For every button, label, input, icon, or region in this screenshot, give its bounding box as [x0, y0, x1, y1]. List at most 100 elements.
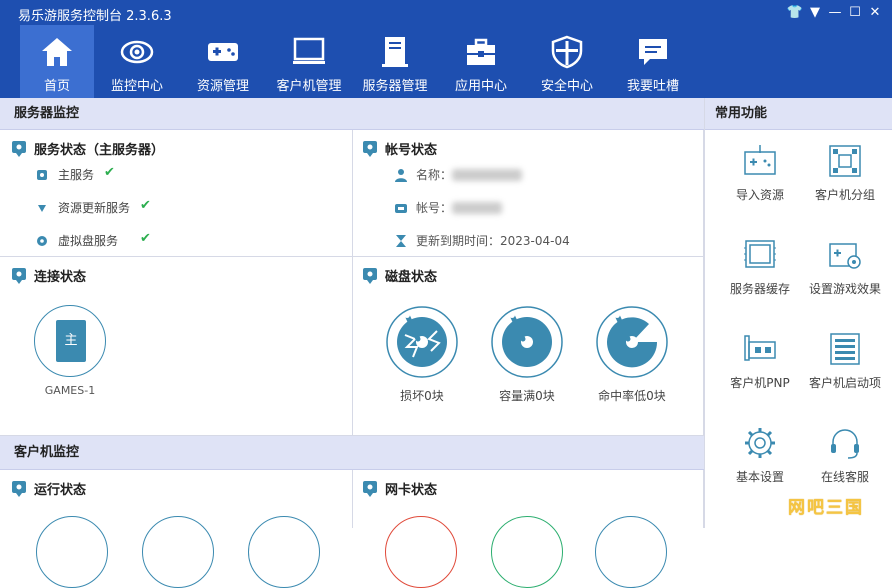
nic-status-label: 网卡状态 [385, 483, 438, 498]
disk-full-label: 容量满0块 [499, 389, 555, 403]
service-row-vdisk: 虚拟盘服务 [36, 232, 118, 249]
account-id-label: 帐号： [416, 201, 453, 215]
server-glyph: 主 [64, 333, 78, 348]
connection-status-label: 连接状态 [34, 270, 87, 285]
hourglass-icon [396, 234, 406, 247]
nav-servers[interactable]: 服务器管理 [352, 25, 438, 98]
gear-icon [745, 428, 775, 458]
check-icon: ✔ [140, 231, 151, 246]
nav-label: 客户机管理 [276, 79, 342, 94]
run-status-circle[interactable] [248, 516, 320, 588]
gamepad-icon [208, 43, 238, 61]
disk-damaged-label: 损坏0块 [400, 389, 444, 403]
eye-icon [120, 40, 154, 64]
func-label: 设置游戏效果 [808, 282, 881, 296]
func-online-support[interactable]: 在线客服 [800, 426, 890, 485]
disk-icon [37, 235, 47, 246]
dropdown-icon[interactable]: ▼ [806, 4, 824, 22]
account-name-value-redacted [452, 168, 523, 181]
nav-label: 应用中心 [454, 79, 507, 94]
toolbox-icon [467, 38, 495, 65]
user-icon [395, 168, 407, 182]
server-node-button[interactable]: 主 [34, 305, 106, 377]
func-label: 客户机PNP [730, 376, 790, 390]
nav-monitor[interactable]: 监控中心 [94, 25, 180, 98]
window-controls: 👕 ▼ — ☐ ✕ [786, 4, 884, 22]
connection-status-panel: 连接状态 主 GAMES-1 [0, 257, 353, 436]
pin-icon [12, 480, 26, 497]
account-name-label: 名称： [416, 168, 453, 182]
run-status-circle[interactable] [36, 516, 108, 588]
nav-label: 资源管理 [196, 79, 249, 94]
download-icon [38, 204, 46, 212]
nav-feedback[interactable]: 我要吐槽 [610, 25, 696, 98]
server-name: GAMES-1 [44, 384, 96, 397]
import-icon [744, 145, 776, 175]
nav-label: 监控中心 [110, 79, 163, 94]
nav-resources[interactable]: 资源管理 [180, 25, 266, 98]
func-label: 客户机启动项 [808, 376, 881, 390]
memory-icon [744, 240, 776, 268]
service-row-update: 资源更新服务 [36, 199, 130, 216]
nic-status-circle[interactable] [595, 516, 667, 588]
service-status-panel: 服务状态（主服务器） 主服务 ✔ 资源更新服务 ✔ 虚拟盘服务 ✔ [0, 130, 353, 257]
disk-full-icon[interactable] [490, 305, 564, 379]
func-client-startup[interactable]: 客户机启动项 [800, 332, 890, 391]
disk-damaged-icon[interactable] [385, 305, 459, 379]
server-monitor-header: 服务器监控 [0, 98, 704, 130]
check-icon: ✔ [104, 165, 115, 180]
func-server-cache[interactable]: 服务器缓存 [715, 238, 805, 297]
check-icon: ✔ [140, 198, 151, 213]
func-import-resources[interactable]: 导入资源 [715, 144, 805, 203]
nav-clients[interactable]: 客户机管理 [266, 25, 352, 98]
title-bar: 易乐游服务控制台 2.3.6.3 👕 ▼ — ☐ ✕ 首页 监控中心 资源管理 … [0, 0, 892, 98]
func-basic-settings[interactable]: 基本设置 [715, 426, 805, 485]
pin-icon [363, 267, 377, 284]
run-status-panel: 运行状态 [0, 470, 353, 588]
shirt-icon[interactable]: 👕 [786, 4, 804, 22]
common-functions-header: 常用功能 [705, 98, 892, 130]
func-client-pnp[interactable]: 客户机PNP [715, 332, 805, 391]
account-id-value-redacted [452, 201, 503, 214]
close-icon[interactable]: ✕ [866, 4, 884, 22]
nav-label: 安全中心 [540, 79, 593, 94]
disk-status-label: 磁盘状态 [385, 270, 438, 285]
startup-list-icon [830, 333, 860, 365]
func-game-settings[interactable]: 设置游戏效果 [800, 238, 890, 297]
run-status-circle[interactable] [142, 516, 214, 588]
func-label: 客户机分组 [814, 188, 875, 202]
account-status-label: 帐号状态 [385, 143, 438, 158]
maximize-icon[interactable]: ☐ [846, 4, 864, 22]
disk-status-panel: 磁盘状态 损坏0块 容量满0块 命中率低0块 [353, 257, 704, 436]
nic-status-circle[interactable] [491, 516, 563, 588]
nav-apps[interactable]: 应用中心 [438, 25, 524, 98]
account-name-row: 名称： [394, 166, 523, 183]
func-label: 在线客服 [820, 470, 869, 484]
connection-status-title: 连接状态 [12, 266, 86, 285]
pin-icon [12, 140, 26, 157]
nic-status-circle[interactable] [385, 516, 457, 588]
nav-home[interactable]: 首页 [20, 25, 94, 98]
run-status-title: 运行状态 [12, 479, 86, 498]
game-settings-icon [829, 243, 861, 269]
func-client-group[interactable]: 客户机分组 [800, 144, 890, 203]
service-row-main: 主服务 [36, 166, 94, 183]
nav-security[interactable]: 安全中心 [524, 25, 610, 98]
nav-label: 服务器管理 [362, 79, 428, 94]
service-icon [37, 169, 47, 180]
group-icon [829, 145, 861, 177]
expiry-row: 更新到期时间： 2023-04-04 [394, 232, 570, 249]
account-status-title: 帐号状态 [363, 139, 437, 158]
main-nav: 首页 监控中心 资源管理 客户机管理 服务器管理 应用中心 安全中心 我要吐槽 [20, 25, 696, 98]
nic-status-title: 网卡状态 [363, 479, 437, 498]
minimize-icon[interactable]: — [826, 4, 844, 22]
disk-low-hit-label: 命中率低0块 [598, 389, 666, 403]
service-status-title: 服务状态（主服务器） [12, 139, 164, 158]
disk-low-hit-icon[interactable] [595, 305, 669, 379]
id-card-icon [395, 203, 407, 213]
func-label: 导入资源 [735, 188, 784, 202]
app-title: 易乐游服务控制台 2.3.6.3 [18, 9, 172, 24]
nav-label: 首页 [43, 79, 70, 94]
nav-label: 我要吐槽 [626, 79, 679, 94]
server-icon: 主 [56, 320, 86, 362]
